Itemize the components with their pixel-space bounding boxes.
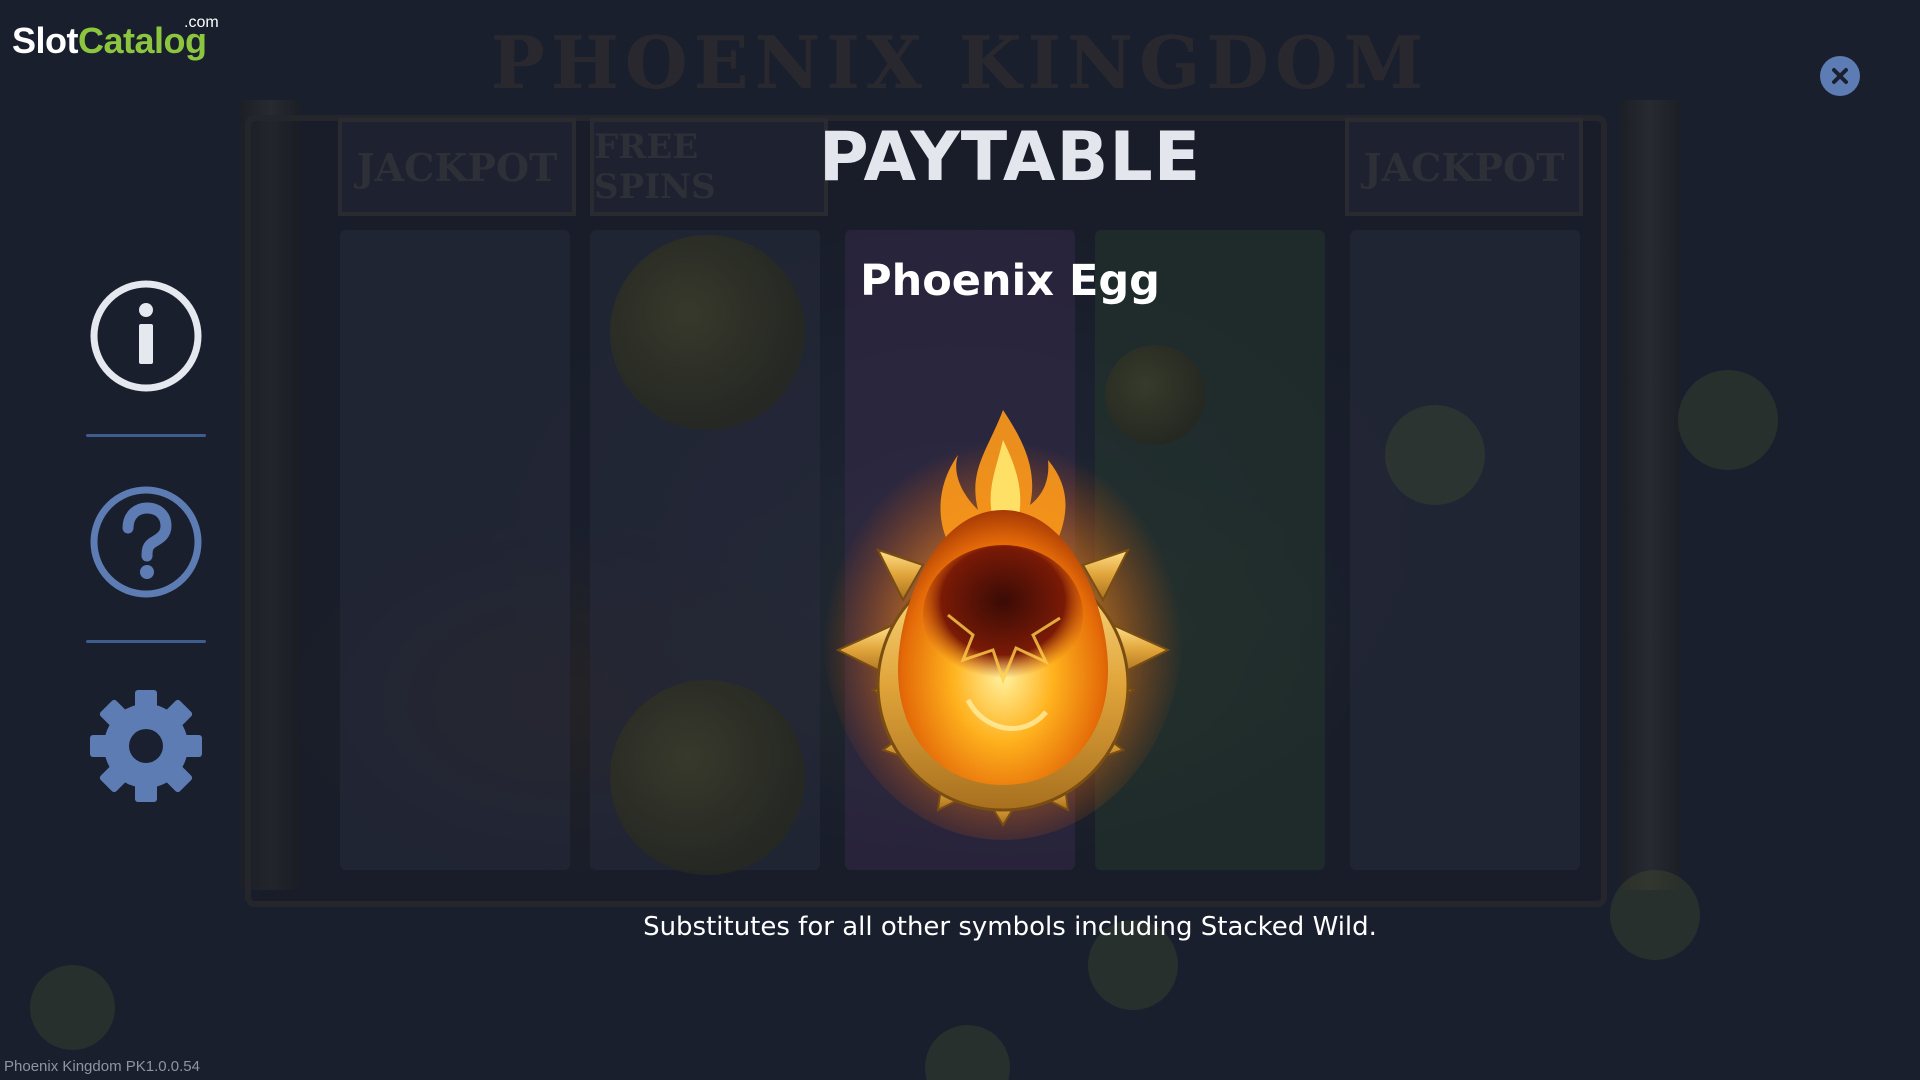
background-bubble-6 — [1610, 870, 1700, 960]
slotcatalog-logo: SlotCatalog .com — [12, 8, 219, 61]
info-icon — [90, 280, 202, 392]
background-game-title: PHOENIX KINGDOM — [490, 20, 1430, 105]
background-coin-2 — [610, 680, 805, 875]
symbol-name: Phoenix Egg — [860, 256, 1160, 306]
symbol-description: Substitutes for all other symbols includ… — [643, 912, 1377, 942]
question-icon — [90, 486, 202, 598]
background-bubble-1 — [1678, 370, 1778, 470]
help-button[interactable] — [88, 484, 204, 600]
background-bubble-2 — [1385, 405, 1485, 505]
background-bubble-4 — [30, 965, 115, 1050]
settings-button[interactable] — [88, 688, 204, 804]
logo-slot-text: Slot — [12, 20, 79, 61]
info-button[interactable] — [88, 278, 204, 394]
background-pillar-right — [1620, 100, 1680, 890]
logo-tld: .com — [184, 14, 219, 31]
background-badge-jackpot-right: JACKPOT — [1345, 118, 1583, 216]
menu-divider — [86, 434, 206, 437]
paytable-title: PAYTABLE — [818, 118, 1202, 197]
gear-icon — [90, 690, 202, 802]
background-badge-jackpot-left: JACKPOT — [338, 118, 576, 216]
logo-wordmark: SlotCatalog — [12, 20, 207, 62]
close-button[interactable] — [1820, 56, 1860, 96]
close-icon — [1832, 68, 1848, 84]
background-reel-5 — [1350, 230, 1580, 870]
menu-divider — [86, 640, 206, 643]
version-label: Phoenix Kingdom PK1.0.0.54 — [4, 1058, 200, 1075]
background-reel-1 — [340, 230, 570, 870]
phoenix-egg-icon — [818, 400, 1188, 840]
